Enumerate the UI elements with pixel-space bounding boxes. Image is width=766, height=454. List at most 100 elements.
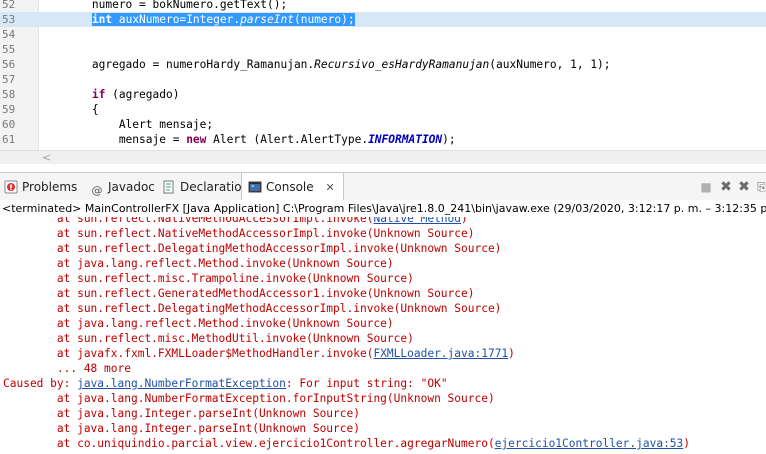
remove-all-terminated-icon[interactable]: ✖ <box>736 179 752 195</box>
console-line: at javafx.fxml.FXMLLoader$MethodHandler.… <box>3 346 515 361</box>
code-token: ); <box>442 133 456 146</box>
console-line: at sun.reflect.DelegatingMethodAccessorI… <box>3 301 502 316</box>
code-line[interactable]: 56 agregado = numeroHardy_Ramanujan.Recu… <box>0 57 766 72</box>
stacktrace-link[interactable]: ejercicio1Controller.java:53 <box>495 437 684 450</box>
code-token: Recursivo_esHardyRamanujan <box>314 58 490 71</box>
copy-icon[interactable]: ⎘ <box>754 179 766 195</box>
line-number: 53 <box>2 13 16 26</box>
console-line: at sun.reflect.DelegatingMethodAccessorI… <box>3 241 502 256</box>
console-text: at java.lang.Integer.parseInt(Unknown So… <box>3 407 360 420</box>
console-text: at sun.reflect.misc.MethodUtil.invoke(Un… <box>3 332 414 345</box>
console-line: at java.lang.Integer.parseInt(Unknown So… <box>3 406 360 421</box>
console-text: at sun.reflect.NativeMethodAccessorImpl.… <box>3 227 475 240</box>
code-token: parseInt <box>240 13 294 26</box>
console-text: at sun.reflect.DelegatingMethodAccessorI… <box>3 242 502 255</box>
line-number: 58 <box>2 88 16 101</box>
console-text: ) <box>508 347 515 360</box>
line-number: 56 <box>2 58 16 71</box>
code-token: INFORMATION <box>368 133 443 146</box>
console-text: at java.lang.Integer.parseInt(Unknown So… <box>3 422 360 435</box>
tab-problems-label: Problems <box>22 180 78 194</box>
code-token: auxNumero=Integer. <box>112 13 241 26</box>
close-icon[interactable]: ✕ <box>325 181 334 194</box>
code-line[interactable]: 61 mensaje = new Alert (Alert.AlertType.… <box>0 132 766 147</box>
console-text: Caused by: <box>3 377 78 390</box>
code-line[interactable]: 53 int auxNumero=Integer.parseInt(numero… <box>0 12 766 27</box>
code-token: (auxNumero, 1, 1); <box>489 58 611 71</box>
console-line: at java.lang.NumberFormatException.forIn… <box>3 391 495 406</box>
console-line: at java.lang.Integer.parseInt(Unknown So… <box>3 421 360 436</box>
line-number: 61 <box>2 133 16 146</box>
line-number: 60 <box>2 118 16 131</box>
console-text: ) <box>461 217 468 225</box>
code-line[interactable]: 57 <box>0 72 766 87</box>
tab-console[interactable]: Console ✕ <box>241 173 344 201</box>
console-line: at sun.reflect.NativeMethodAccessorImpl.… <box>3 217 468 226</box>
tab-console-label: Console <box>266 180 314 194</box>
code-token: numero = bokNumero.getText(); <box>38 0 288 11</box>
code-editor[interactable]: 52 numero = bokNumero.getText(); 53 int a… <box>0 0 766 164</box>
code-line[interactable]: 60 Alert mensaje; <box>0 117 766 132</box>
editor-horizontal-scrollbar[interactable]: < <box>0 150 766 164</box>
code-text: agregado = numeroHardy_Ramanujan.Recursi… <box>38 57 611 72</box>
code-token: mensaje = <box>38 133 187 146</box>
line-number: 52 <box>2 0 16 11</box>
tab-declaration-label: Declaration <box>180 180 250 194</box>
stacktrace-link[interactable]: FXMLLoader.java:1771 <box>373 347 508 360</box>
console-text: at sun.reflect.NativeMethodAccessorImpl.… <box>3 217 374 225</box>
code-token: if <box>91 88 106 101</box>
console-line: at java.lang.reflect.Method.invoke(Unkno… <box>3 316 394 331</box>
code-line[interactable]: 59 { <box>0 102 766 117</box>
code-token: Alert mensaje; <box>38 118 214 131</box>
code-token: { <box>38 103 99 116</box>
console-line: at sun.reflect.misc.Trampoline.invoke(Un… <box>3 271 414 286</box>
at-icon: @ <box>91 184 103 197</box>
console-line: at java.lang.reflect.Method.invoke(Unkno… <box>3 256 394 271</box>
code-line[interactable]: 58 if (agregado) <box>0 87 766 102</box>
console-line: ... 48 more <box>3 361 131 376</box>
line-number: 57 <box>2 73 16 86</box>
console-text: at sun.reflect.DelegatingMethodAccessorI… <box>3 302 502 315</box>
stacktrace-link[interactable]: java.lang.NumberFormatException <box>77 377 286 390</box>
stacktrace-link[interactable]: Native Method <box>373 217 461 225</box>
console-text: at javafx.fxml.FXMLLoader$MethodHandler.… <box>3 347 374 360</box>
remove-launch-icon[interactable]: ✖ <box>718 179 734 195</box>
code-line[interactable]: 52 numero = bokNumero.getText(); <box>0 0 766 12</box>
console-line: at sun.reflect.misc.MethodUtil.invoke(Un… <box>3 331 414 346</box>
console-icon <box>248 180 262 194</box>
console-text: at java.lang.NumberFormatException.forIn… <box>3 392 495 405</box>
console-line: Caused by: java.lang.NumberFormatExcepti… <box>3 376 448 391</box>
code-token: Alert (Alert.AlertType. <box>206 133 369 146</box>
declaration-icon <box>162 180 176 194</box>
code-text: mensaje = new Alert (Alert.AlertType.INF… <box>38 132 456 147</box>
code-text: int auxNumero=Integer.parseInt(numero); <box>38 12 355 27</box>
console-line: at sun.reflect.GeneratedMethodAccessor1.… <box>3 286 475 301</box>
error-icon <box>4 180 18 194</box>
console-text: at java.lang.reflect.Method.invoke(Unkno… <box>3 317 394 330</box>
console-output[interactable]: at sun.reflect.NativeMethodAccessorImpl.… <box>0 217 766 454</box>
code-text: Alert mensaje; <box>38 117 213 132</box>
code-text: numero = bokNumero.getText(); <box>38 0 287 12</box>
line-number: 55 <box>2 43 16 56</box>
console-text: at sun.reflect.misc.Trampoline.invoke(Un… <box>3 272 414 285</box>
code-text: { <box>38 102 99 117</box>
tab-problems[interactable]: Problems <box>2 173 83 201</box>
console-text: ... 48 more <box>3 362 131 375</box>
console-text: at co.uniquindio.parcial.view.ejercicio1… <box>3 437 495 450</box>
code-token: agregado = numeroHardy_Ramanujan. <box>38 58 315 71</box>
code-line[interactable]: 55 <box>0 42 766 57</box>
console-text: ) <box>683 437 691 450</box>
scroll-left-arrow-icon[interactable]: < <box>42 151 51 164</box>
code-token: int <box>91 13 113 26</box>
tab-javadoc-label: Javadoc <box>108 180 155 194</box>
tab-javadoc[interactable]: @ Javadoc <box>84 173 161 201</box>
console-text: : For input string: "OK" <box>285 377 448 390</box>
code-line[interactable]: 54 <box>0 27 766 42</box>
console-line: at sun.reflect.NativeMethodAccessorImpl.… <box>3 226 475 241</box>
stop-icon[interactable]: ■ <box>698 179 714 195</box>
code-token: (numero); <box>293 13 355 26</box>
code-text: if (agregado) <box>38 87 180 102</box>
console-text: at sun.reflect.GeneratedMethodAccessor1.… <box>3 287 475 300</box>
